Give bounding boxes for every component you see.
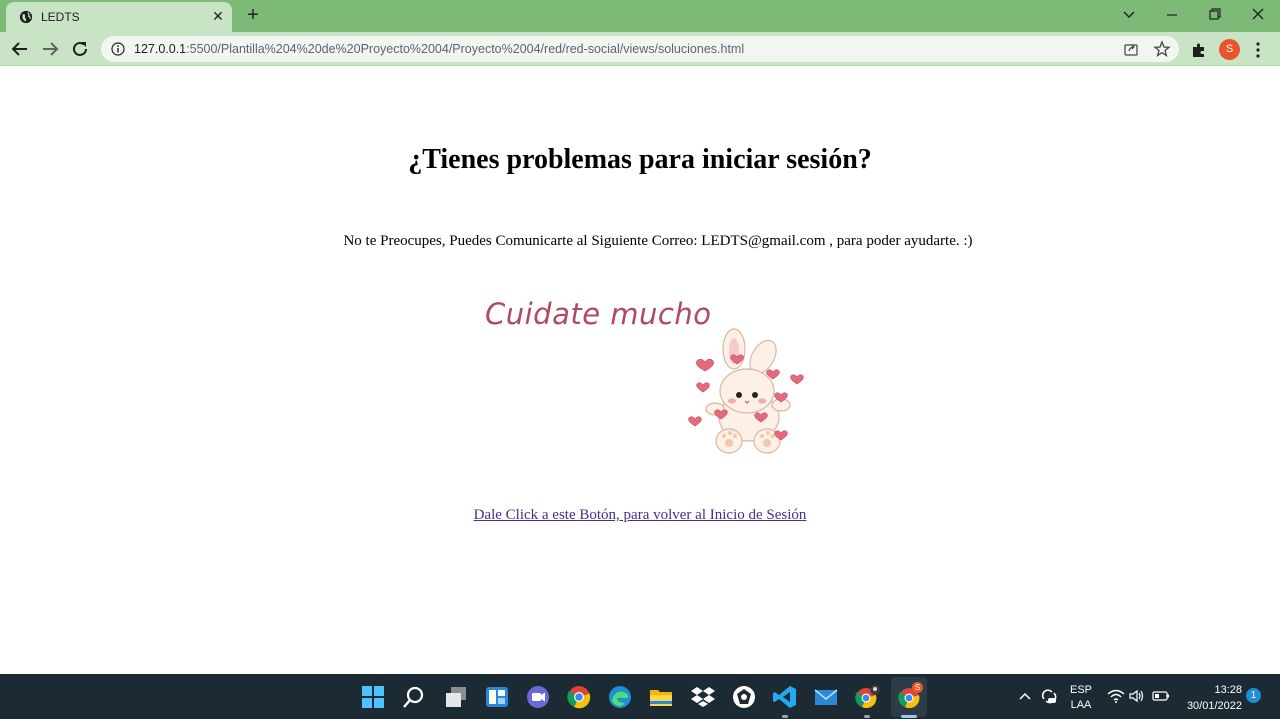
- keyboard-layout: LAA: [1070, 699, 1092, 711]
- notification-badge[interactable]: 1: [1246, 688, 1261, 703]
- reload-icon[interactable]: [68, 37, 92, 61]
- new-tab-button[interactable]: +: [243, 5, 263, 25]
- chrome-profile-badge: S: [912, 682, 923, 693]
- volume-icon[interactable]: [1129, 689, 1145, 703]
- site-info-icon[interactable]: [111, 42, 125, 56]
- dropbox-icon[interactable]: [690, 684, 716, 710]
- minimize-icon[interactable]: [1161, 4, 1183, 24]
- profile-avatar[interactable]: S: [1219, 39, 1240, 60]
- bookmark-star-icon[interactable]: [1153, 40, 1171, 58]
- tab-strip: LEDTS ✕ +: [0, 0, 1280, 32]
- clock-time: 13:28: [1214, 684, 1242, 696]
- github-desktop-icon[interactable]: [731, 684, 757, 710]
- page-viewport: ¿Tienes problemas para iniciar sesión? N…: [0, 67, 1280, 674]
- battery-icon[interactable]: [1152, 690, 1170, 702]
- restore-icon[interactable]: [1204, 4, 1226, 24]
- language-code: ESP: [1070, 684, 1093, 696]
- clock[interactable]: 13:28 30/01/2022: [1180, 682, 1242, 714]
- back-arrow-icon[interactable]: [8, 37, 32, 61]
- bunny-illustration: Cuidate mucho: [480, 297, 820, 467]
- globe-icon: [19, 10, 33, 24]
- extensions-puzzle-icon[interactable]: [1190, 41, 1208, 59]
- back-to-login-link[interactable]: Dale Click a este Botón, para volver al …: [474, 507, 807, 523]
- chrome-profile-running-indicator: [864, 715, 870, 718]
- tab-close-icon[interactable]: ✕: [210, 8, 226, 24]
- chrome-icon[interactable]: [566, 684, 592, 710]
- clock-date: 30/01/2022: [1186, 700, 1242, 712]
- tab-title: LEDTS: [41, 10, 80, 24]
- chrome-active-indicator: [901, 715, 917, 718]
- share-icon[interactable]: [1123, 41, 1139, 57]
- chrome-profile-icon[interactable]: [855, 684, 881, 710]
- close-window-icon[interactable]: [1247, 4, 1269, 24]
- language-indicator[interactable]: ESP LAA: [1070, 683, 1092, 713]
- file-explorer-icon[interactable]: [648, 684, 674, 710]
- forward-arrow-icon[interactable]: [38, 37, 62, 61]
- onedrive-sync-icon[interactable]: [1040, 687, 1058, 705]
- vscode-icon[interactable]: [772, 684, 798, 710]
- page-title: ¿Tienes problemas para iniciar sesión?: [408, 144, 872, 175]
- support-message: No te Preocupes, Puedes Comunicarte al S…: [343, 233, 973, 249]
- edge-icon[interactable]: [607, 684, 633, 710]
- mail-icon[interactable]: [813, 684, 839, 710]
- more-menu-icon[interactable]: [1252, 40, 1264, 60]
- illustration-caption: Cuidate mucho: [485, 297, 712, 331]
- browser-toolbar: 127.0.0.1:5500/Plantilla%204%20de%20Proy…: [0, 32, 1280, 66]
- address-bar[interactable]: 127.0.0.1:5500/Plantilla%204%20de%20Proy…: [101, 36, 1179, 62]
- search-icon[interactable]: [401, 684, 427, 710]
- show-hidden-icons-chevron-icon[interactable]: [1018, 690, 1032, 702]
- vscode-running-indicator: [782, 715, 788, 718]
- windows-taskbar: S ESP LAA 13:28 30/01/2022 1: [0, 674, 1280, 719]
- widgets-icon[interactable]: [484, 684, 510, 710]
- browser-tab[interactable]: LEDTS ✕: [6, 2, 232, 32]
- tab-search-chevron-icon[interactable]: [1118, 4, 1140, 24]
- task-view-icon[interactable]: [443, 684, 469, 710]
- windows-start-icon[interactable]: [360, 684, 386, 710]
- teams-chat-icon[interactable]: [525, 684, 551, 710]
- bunny-with-hearts-icon: [688, 328, 804, 454]
- back-to-login-container: Dale Click a este Botón, para volver al …: [0, 507, 1280, 524]
- url-text[interactable]: 127.0.0.1:5500/Plantilla%204%20de%20Proy…: [134, 42, 744, 56]
- wifi-icon[interactable]: [1107, 689, 1125, 703]
